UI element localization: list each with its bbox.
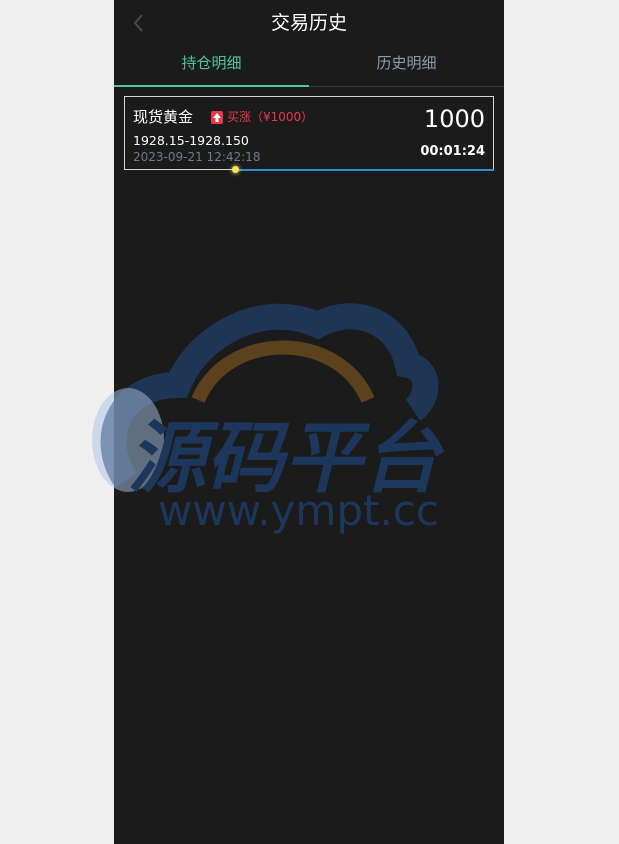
countdown-progress (124, 166, 494, 173)
tab-history[interactable]: 历史明细 (309, 46, 504, 84)
tab-bar: 持仓明细 历史明细 (114, 46, 504, 87)
position-amount: 1000 (423, 105, 485, 133)
product-name: 现货黄金 (133, 108, 194, 126)
page-title: 交易历史 (270, 12, 347, 34)
progress-marker (232, 166, 239, 173)
watermark-logo: 源码平台 www.ympt.cc (92, 303, 445, 535)
watermark-url: www.ympt.cc (158, 486, 439, 535)
open-time: 2023-09-21 12:42:18 (133, 150, 261, 164)
up-arrow-icon (211, 110, 223, 124)
active-tab-indicator (114, 85, 309, 87)
direction-badge: 买涨（¥1000） (211, 109, 313, 125)
direction-label: 买涨（¥1000） (227, 110, 314, 124)
tab-holdings[interactable]: 持仓明细 (114, 46, 309, 84)
position-card[interactable]: 现货黄金 买涨（¥1000） 1000 1928.15-1928.150 202… (124, 96, 494, 170)
countdown-timer: 00:01:24 (420, 144, 485, 159)
header: 交易历史 (114, 0, 504, 46)
progress-fill (235, 169, 494, 171)
price-range: 1928.15-1928.150 (133, 133, 249, 148)
